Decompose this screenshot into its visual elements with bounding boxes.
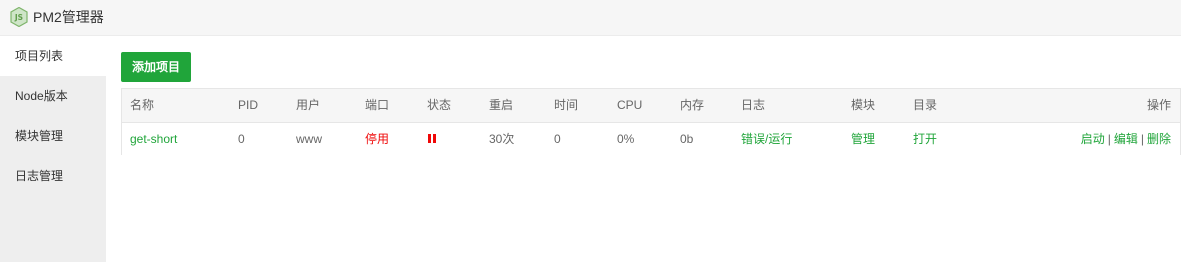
restart-count: 30次 xyxy=(489,132,515,146)
open-dir-link[interactable]: 打开 xyxy=(913,123,937,155)
memory-value: 0b xyxy=(680,132,694,146)
column-header-dir: 目录 xyxy=(913,98,938,112)
app-title: PM2管理器 xyxy=(33,9,104,25)
module-manage-link[interactable]: 管理 xyxy=(851,123,875,155)
port-value: 停用 xyxy=(365,132,390,146)
row-actions: 启动 | 编辑 | 删除 xyxy=(1081,123,1171,155)
table-row: get-short 0 www 停用 30次 0 0% 0b 错误/运行 管理 … xyxy=(122,123,1180,155)
edit-link[interactable]: 编辑 xyxy=(1114,132,1138,146)
column-header-user: 用户 xyxy=(296,98,321,112)
sidebar-item-module-manage[interactable]: 模块管理 xyxy=(0,116,106,156)
project-name-link[interactable]: get-short xyxy=(130,123,177,155)
logo-text: JS xyxy=(14,13,23,22)
delete-link[interactable]: 删除 xyxy=(1147,132,1171,146)
column-header-log: 日志 xyxy=(741,98,766,112)
cpu-value: 0% xyxy=(617,132,635,146)
project-table: 名称 PID 用户 端口 状态 重启 时间 CPU 内存 日志 模块 目录 操作… xyxy=(121,88,1181,155)
table-header: 名称 PID 用户 端口 状态 重启 时间 CPU 内存 日志 模块 目录 操作 xyxy=(122,89,1180,123)
sidebar-item-log-manage[interactable]: 日志管理 xyxy=(0,156,106,196)
column-header-pid: PID xyxy=(238,98,259,112)
pid-value: 0 xyxy=(238,132,245,146)
sidebar-item-project-list[interactable]: 项目列表 xyxy=(0,36,106,76)
column-header-cpu: CPU xyxy=(617,98,643,112)
column-header-actions: 操作 xyxy=(1146,98,1171,112)
action-separator: | xyxy=(1140,132,1144,146)
column-header-port: 端口 xyxy=(365,98,390,112)
sidebar: 项目列表 Node版本 模块管理 日志管理 xyxy=(0,36,106,262)
pause-icon[interactable] xyxy=(428,134,438,144)
column-header-restart: 重启 xyxy=(489,98,514,112)
column-header-memory: 内存 xyxy=(680,98,705,112)
column-header-name: 名称 xyxy=(130,98,155,112)
sidebar-item-node-version[interactable]: Node版本 xyxy=(0,76,106,116)
time-value: 0 xyxy=(554,132,561,146)
column-header-status: 状态 xyxy=(427,98,452,112)
add-project-button[interactable]: 添加项目 xyxy=(121,52,191,82)
column-header-module: 模块 xyxy=(851,98,876,112)
log-link[interactable]: 错误/运行 xyxy=(741,123,792,155)
title-bar: JS PM2管理器 xyxy=(0,0,1181,36)
nodejs-logo-icon: JS xyxy=(10,7,28,27)
action-separator: | xyxy=(1107,132,1111,146)
user-value: www xyxy=(296,132,322,146)
start-link[interactable]: 启动 xyxy=(1081,132,1105,146)
column-header-time: 时间 xyxy=(554,98,579,112)
